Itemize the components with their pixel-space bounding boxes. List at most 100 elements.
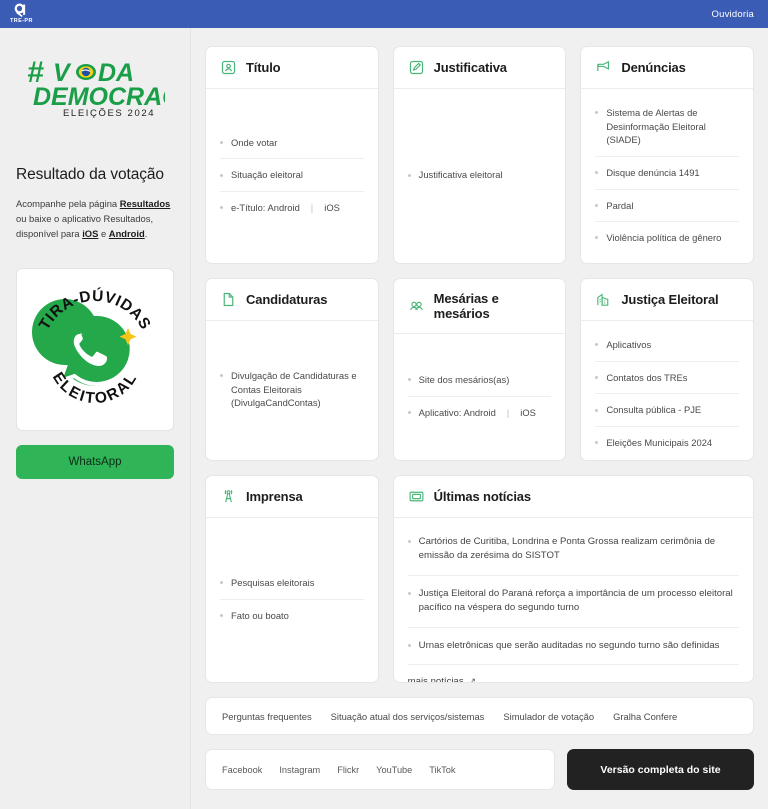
page-body: # V DA DEMOCRACIA ELEIÇÕES 2024 Resultad… [0, 28, 768, 809]
card-justica-header: Justiça Eleitoral [581, 279, 753, 321]
link-perguntas-frequentes[interactable]: Perguntas frequentes [222, 711, 312, 722]
social-link-tiktok[interactable]: TikTok [429, 765, 455, 775]
link-site-mesarios[interactable]: Site dos mesários(as) [407, 364, 552, 396]
link-eleicoes-municipais-2024[interactable]: Eleições Municipais 2024 [595, 425, 739, 459]
card-mesarias-mesarios: Mesárias e mesários Site dos mesários(as… [392, 278, 567, 461]
link-label: Site dos mesários(as) [418, 373, 510, 385]
card-noticias-title: Últimas notícias [433, 489, 531, 504]
social-link-instagram[interactable]: Instagram [279, 765, 320, 775]
link-aplicativos[interactable]: Aplicativos [595, 329, 739, 361]
news-item[interactable]: Cartórios de Curitiba, Londrina e Ponta … [407, 524, 739, 575]
news-item[interactable]: Justiça Eleitoral do Paraná reforça a im… [407, 574, 739, 627]
bullet-icon [595, 203, 599, 207]
mais-noticias-label: mais notícias [407, 675, 464, 683]
versao-completa-button[interactable]: Versão completa do site [567, 749, 754, 790]
news-item-title: Justiça Eleitoral do Paraná reforça a im… [418, 587, 733, 614]
card-titulo-body: Onde votar Situação eleitoral e-Título: … [206, 89, 378, 263]
card-justica-title: Justiça Eleitoral [621, 292, 719, 307]
link-consulta-publica-pje[interactable]: Consulta pública - PJE [595, 393, 739, 426]
link-onde-votar[interactable]: Onde votar [220, 127, 364, 159]
link-e-titulo[interactable]: e-Título: Android | iOS [220, 190, 364, 224]
tira-duvidas-card[interactable]: TIRA-DÚVIDAS ELEITORAL [16, 267, 174, 431]
link-violencia-politica-genero[interactable]: Violência política de gênero [595, 221, 739, 254]
link-label: Aplicativos [606, 339, 652, 350]
page-title: Resultado da votação [16, 166, 164, 183]
bullet-icon [220, 140, 223, 144]
card-justica-eleitoral: Justiça Eleitoral Aplicativos Contatos d… [580, 278, 754, 461]
android-link[interactable]: Android [109, 228, 145, 239]
whatsapp-button[interactable]: WhatsApp [16, 444, 174, 479]
bullet-icon [407, 591, 411, 595]
mais-noticias-link[interactable]: mais notícias ↗ [407, 663, 739, 683]
link-aplicativo-mesarios[interactable]: Aplicativo: Android | iOS [407, 395, 552, 429]
building-icon [595, 291, 612, 308]
separator: | [310, 201, 314, 213]
link-fato-ou-boato[interactable]: Fato ou boato [220, 598, 364, 632]
tre-pr-brand[interactable]: TRE-PR [10, 3, 33, 25]
social-link-facebook[interactable]: Facebook [222, 765, 262, 775]
bullet-icon [595, 343, 599, 347]
ouvidoria-link[interactable]: Ouvidoria [712, 9, 754, 20]
social-link-youtube[interactable]: YouTube [376, 765, 412, 775]
bullet-icon [595, 375, 599, 379]
bullet-icon [220, 581, 223, 585]
card-candidaturas-header: Candidaturas [206, 279, 378, 321]
card-justificativa: Justificativa Justificativa eleitoral [392, 46, 567, 264]
resultados-link[interactable]: Resultados [120, 198, 171, 209]
bullet-icon [220, 206, 223, 210]
two-people-icon [408, 298, 425, 315]
card-denuncias-title: Denúncias [621, 60, 686, 75]
card-candidaturas-title: Candidaturas [246, 292, 328, 307]
card-ultimas-noticias: Últimas notícias Cartórios de Curitiba, … [392, 475, 754, 683]
link-siade[interactable]: Sistema de Alertas de Desinformação Elei… [595, 97, 739, 156]
svg-text:ELEIÇÕES 2024: ELEIÇÕES 2024 [63, 108, 155, 118]
link-divulgacandcontas[interactable]: Divulgação de Candidaturas e Contas Elei… [220, 360, 364, 419]
link-simulador-votacao[interactable]: Simulador de votação [503, 711, 594, 722]
ios-link[interactable]: iOS [82, 228, 98, 239]
link-contatos-tres[interactable]: Contatos dos TREs [595, 360, 739, 394]
link-disque-denuncia[interactable]: Disque denúncia 1491 [595, 155, 739, 189]
tira-duvidas-eleitoral-whatsapp-logo: TIRA-DÚVIDAS ELEITORAL [28, 287, 153, 408]
bullet-icon [407, 410, 411, 414]
link-label: Situação eleitoral [231, 169, 303, 181]
desc-part-3: e [98, 228, 109, 240]
card-titulo-header: Título [206, 47, 378, 89]
link-label-ios: iOS [520, 406, 536, 418]
card-mesarias-header: Mesárias e mesários [393, 279, 566, 334]
megaphone-icon [595, 59, 612, 76]
card-imprensa-body: Pesquisas eleitorais Fato ou boato [206, 518, 378, 682]
link-label: Divulgação de Candidaturas e Contas Elei… [231, 370, 357, 409]
link-justificativa-eleitoral[interactable]: Justificativa eleitoral [407, 159, 552, 191]
news-item[interactable]: Urnas eletrônicas que serão auditadas no… [407, 626, 739, 664]
link-pesquisas-eleitorais[interactable]: Pesquisas eleitorais [220, 567, 364, 599]
social-links-bar: Facebook Instagram Flickr YouTube TikTok [205, 749, 555, 790]
tre-pr-label: TRE-PR [10, 18, 33, 25]
card-imprensa: Imprensa Pesquisas eleitorais Fato ou bo… [205, 475, 379, 683]
card-justica-body: Aplicativos Contatos dos TREs Consulta p… [581, 321, 753, 460]
news-item-title: Cartórios de Curitiba, Londrina e Ponta … [418, 536, 716, 562]
link-pardal[interactable]: Pardal [595, 188, 739, 222]
page-root: TRE-PR Ouvidoria # V DA DEMOCRACIA ELEIÇ… [0, 0, 768, 809]
link-label-ios: iOS [324, 201, 340, 213]
link-situacao-eleitoral[interactable]: Situação eleitoral [220, 158, 364, 191]
document-icon [220, 291, 237, 308]
social-link-flickr[interactable]: Flickr [337, 765, 359, 775]
card-imprensa-header: Imprensa [206, 476, 378, 518]
link-label-android: Aplicativo: Android [418, 406, 496, 418]
link-situacao-servicos[interactable]: Situação atual dos serviços/sistemas [331, 711, 485, 722]
news-item-title: Urnas eletrônicas que serão auditadas no… [418, 639, 720, 651]
bullet-icon [220, 374, 223, 378]
bullet-icon [407, 644, 411, 648]
link-label: Onde votar [231, 136, 278, 148]
link-gralha-confere[interactable]: Gralha Confere [613, 711, 677, 722]
card-noticias-body: Cartórios de Curitiba, Londrina e Ponta … [394, 518, 753, 683]
card-justificativa-title: Justificativa [433, 60, 507, 75]
quick-links-bar: Perguntas frequentes Situação atual dos … [205, 697, 754, 735]
card-noticias-header: Últimas notícias [393, 476, 753, 518]
link-label: Justificativa eleitoral [418, 169, 503, 181]
link-label: Sistema de Alertas de Desinformação Elei… [606, 107, 706, 146]
cards-grid: Título Onde votar Situação eleitoral e-T… [205, 46, 754, 683]
bullet-icon [595, 171, 599, 175]
card-justificativa-body: Justificativa eleitoral [394, 89, 566, 263]
link-label: Disque denúncia 1491 [606, 166, 700, 178]
